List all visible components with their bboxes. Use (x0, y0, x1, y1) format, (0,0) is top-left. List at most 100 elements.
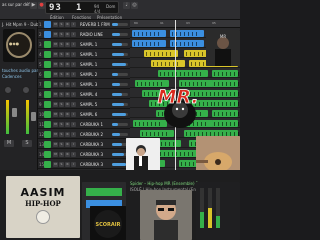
input-monitor-button[interactable]: I (71, 22, 76, 27)
record-arm-button[interactable]: R (65, 162, 70, 167)
solo-button[interactable]: S (59, 62, 64, 67)
input-monitor-button[interactable]: I (71, 82, 76, 87)
mute-button[interactable]: M (53, 122, 58, 127)
input-monitor-button[interactable]: I (71, 62, 76, 67)
track-header[interactable]: 13 M S R I CARBUKA 3 (38, 140, 130, 149)
track-lane[interactable] (130, 69, 240, 78)
audio-region[interactable] (151, 60, 185, 67)
record-arm-button[interactable]: R (65, 142, 70, 147)
mute-button[interactable]: M (53, 162, 58, 167)
track-header[interactable]: 12 M S R I CARBUKA 2 (38, 130, 130, 139)
mute-button[interactable]: M (53, 32, 58, 37)
track-volume-slider[interactable] (112, 73, 128, 76)
audio-region[interactable] (212, 80, 239, 87)
track-header[interactable]: 9 M S R I SAMPL 5 (38, 100, 130, 109)
play-icon[interactable]: ▶ (30, 2, 37, 9)
record-icon[interactable]: ● (38, 2, 45, 9)
library-item[interactable]: Cadences (2, 74, 22, 79)
track-volume-slider[interactable] (112, 43, 128, 46)
track-header[interactable]: 4 M S R I SAMPL 1 (38, 50, 130, 59)
record-arm-button[interactable]: R (65, 62, 70, 67)
record-arm-button[interactable]: R (65, 122, 70, 127)
solo-button[interactable]: S (59, 112, 64, 117)
record-arm-button[interactable]: R (65, 82, 70, 87)
input-monitor-button[interactable]: I (71, 142, 76, 147)
track-header[interactable]: 3 M S R I SAMPL 1 (38, 40, 130, 49)
mute-button[interactable]: M (53, 132, 58, 137)
audio-region[interactable] (212, 90, 239, 97)
solo-button[interactable]: S (59, 162, 64, 167)
record-arm-button[interactable]: R (65, 112, 70, 117)
solo-button[interactable]: S (59, 122, 64, 127)
input-monitor-button[interactable]: I (71, 112, 76, 117)
mute-button[interactable]: M (53, 42, 58, 47)
track-volume-slider[interactable] (112, 63, 128, 66)
track-header[interactable]: 14 M S R I CARBUKA 3 (38, 150, 130, 159)
track-volume-slider[interactable] (112, 123, 128, 126)
track-header[interactable]: 10 M S R I SAMPL 6 (38, 110, 130, 119)
metronome-icon[interactable]: ♩ (123, 2, 130, 9)
mute-button[interactable]: M (4, 140, 14, 147)
mute-button[interactable]: M (53, 92, 58, 97)
solo-button[interactable]: S (59, 22, 64, 27)
mute-button[interactable]: M (53, 102, 58, 107)
solo-button[interactable]: S (59, 152, 64, 157)
track-volume-slider[interactable] (112, 33, 128, 36)
record-arm-button[interactable]: R (65, 102, 70, 107)
mute-button[interactable]: M (53, 152, 58, 157)
solo-button[interactable]: S (59, 102, 64, 107)
input-monitor-button[interactable]: I (71, 122, 76, 127)
input-monitor-button[interactable]: I (71, 162, 76, 167)
audio-region[interactable] (140, 130, 174, 137)
timeline-ruler[interactable]: 89 91 93 95 (130, 20, 240, 28)
track-volume-slider[interactable] (112, 103, 128, 106)
audio-region[interactable] (132, 30, 166, 37)
track-header[interactable]: 5 M S R I SAMPL 1 (38, 60, 130, 69)
audio-region[interactable] (212, 120, 239, 127)
input-monitor-button[interactable]: I (71, 42, 76, 47)
mute-button[interactable]: M (53, 72, 58, 77)
audio-region[interactable] (212, 100, 239, 107)
volume-fader[interactable] (31, 112, 36, 121)
record-arm-button[interactable]: R (65, 52, 70, 57)
mute-button[interactable]: M (53, 22, 58, 27)
solo-button[interactable]: S (59, 92, 64, 97)
record-arm-button[interactable]: R (65, 72, 70, 77)
record-arm-button[interactable]: R (65, 42, 70, 47)
track-volume-slider[interactable] (112, 83, 128, 86)
mute-button[interactable]: M (53, 62, 58, 67)
audio-region[interactable] (132, 40, 166, 47)
track-header[interactable]: 6 M S R I SAMPL 2 (38, 70, 130, 79)
solo-button[interactable]: S (59, 72, 64, 77)
input-monitor-button[interactable]: I (71, 92, 76, 97)
pan-knob[interactable] (22, 86, 30, 94)
input-monitor-button[interactable]: I (71, 132, 76, 137)
record-arm-button[interactable]: R (65, 22, 70, 27)
solo-button[interactable]: S (59, 142, 64, 147)
track-volume-slider[interactable] (112, 53, 128, 56)
audio-region[interactable] (212, 110, 239, 117)
solo-button[interactable]: S (59, 82, 64, 87)
input-monitor-button[interactable]: I (71, 32, 76, 37)
record-arm-button[interactable]: R (65, 32, 70, 37)
solo-button[interactable]: S (59, 42, 64, 47)
track-volume-slider[interactable] (112, 133, 128, 136)
track-volume-slider[interactable] (112, 93, 128, 96)
audio-region[interactable] (212, 70, 239, 77)
track-header[interactable]: 11 M S R I CARBUKA 1 (38, 120, 130, 129)
pan-knob[interactable] (4, 86, 12, 94)
audio-region[interactable] (144, 50, 178, 57)
record-arm-button[interactable]: R (65, 152, 70, 157)
input-monitor-button[interactable]: I (71, 52, 76, 57)
track-header[interactable]: 1 M S R I REVERB 1 FRM (38, 20, 130, 29)
input-monitor-button[interactable]: I (71, 152, 76, 157)
track-volume-slider[interactable] (112, 23, 128, 26)
track-header[interactable]: 15 M S R I CARBUKA 3 (38, 160, 130, 169)
mute-button[interactable]: M (53, 52, 58, 57)
track-header[interactable]: 2 M S R I RADIO LINE (38, 30, 130, 39)
track-header[interactable]: 8 M S R I SAMPL 4 (38, 90, 130, 99)
input-monitor-button[interactable]: I (71, 102, 76, 107)
record-arm-button[interactable]: R (65, 92, 70, 97)
audio-region[interactable] (174, 70, 208, 77)
solo-button[interactable]: S (59, 132, 64, 137)
